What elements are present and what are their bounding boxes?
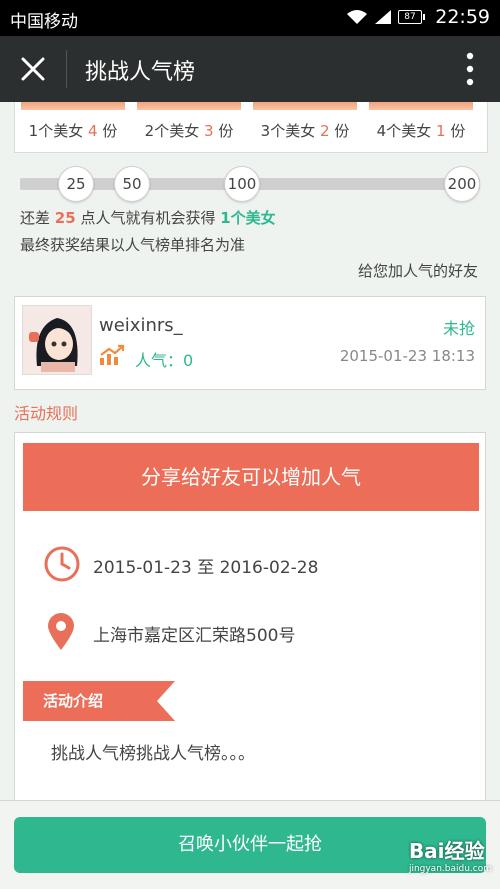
prize-image: [253, 102, 357, 110]
prize-count: 4: [87, 122, 98, 140]
trend-up-icon: [100, 344, 125, 365]
prize-count: 2: [319, 122, 330, 140]
prize-label: 3个美女: [260, 122, 316, 140]
watermark-brand: Bai经验: [408, 839, 485, 863]
signal-icon: [375, 10, 391, 24]
prize-label: 2个美女: [144, 122, 200, 140]
hint-prefix: 还差: [20, 209, 51, 227]
date-range: 2015-01-23 至 2016-02-28: [93, 558, 319, 578]
hint-points: 25: [54, 209, 76, 227]
prize-unit: 份: [334, 122, 350, 140]
hint-middle: 点人气就有机会获得: [80, 209, 216, 227]
prize-count: 3: [203, 122, 214, 140]
prize-item: 4个美女 1 份: [369, 102, 473, 141]
prize-list: 1个美女 4 份 2个美女 3 份 3个美女 2 份 4个美女 1 份: [14, 102, 488, 153]
scroll-content[interactable]: 1个美女 4 份 2个美女 3 份 3个美女 2 份 4个美女 1 份 25 5…: [0, 102, 500, 800]
avatar-illustration: [23, 306, 91, 374]
intro-tag-label: 活动介绍: [43, 692, 104, 710]
carrier-label: 中国移动: [10, 12, 78, 32]
wifi-icon: [347, 10, 367, 24]
bottom-bar: 召唤小伙伴一起抢 Bai经验 jingyan.baidu.com: [0, 800, 500, 889]
intro-tag: 活动介绍: [23, 681, 175, 721]
user-timestamp: 2015-01-23 18:13: [339, 347, 475, 365]
more-options-icon[interactable]: [466, 52, 474, 86]
share-button[interactable]: 分享给好友可以增加人气: [23, 443, 479, 511]
prize-item: 3个美女 2 份: [253, 102, 357, 141]
rules-heading: 活动规则: [14, 404, 79, 423]
prize-unit: 份: [450, 122, 466, 140]
watermark-url: jingyan.baidu.com: [408, 864, 492, 874]
header-divider: [66, 50, 67, 88]
milestone-marker: 100: [224, 166, 260, 202]
user-card[interactable]: weixinrs_ 未抢 人气：0 2015-01-23 18:13: [14, 296, 486, 390]
prize-unit: 份: [102, 122, 118, 140]
location-address: 上海市嘉定区汇荣路500号: [93, 626, 296, 646]
prize-item: 2个美女 3 份: [137, 102, 241, 141]
username: weixinrs_: [99, 315, 183, 336]
prize-unit: 份: [218, 122, 234, 140]
prize-image: [369, 102, 473, 110]
avatar: [22, 305, 92, 375]
page-title: 挑战人气榜: [85, 60, 196, 85]
milestone-marker: 50: [114, 166, 150, 202]
milestone-marker: 25: [58, 166, 94, 202]
hint-reward: 1个美女: [220, 209, 276, 227]
status-bar: 中国移动 87 22:59: [0, 0, 500, 36]
activity-detail-card: 分享给好友可以增加人气 2015-01-23 至 2016-02-28 上海市嘉…: [14, 432, 486, 800]
popularity-count: 人气：0: [135, 351, 194, 370]
prize-item: 1个美女 4 份: [21, 102, 125, 141]
prize-count: 1: [435, 122, 446, 140]
prize-label: 1个美女: [28, 122, 84, 140]
grab-status[interactable]: 未抢: [443, 315, 475, 339]
close-icon[interactable]: [18, 54, 48, 84]
prize-image: [137, 102, 241, 110]
app-header: 挑战人气榜: [0, 36, 500, 102]
location-pin-icon: [48, 613, 74, 650]
clock: 22:59: [435, 6, 490, 28]
clock-icon: [44, 546, 80, 582]
progress-hint: 还差 25 点人气就有机会获得 1个美女: [20, 207, 276, 228]
battery-icon: 87: [398, 10, 425, 24]
status-icons: 87: [346, 9, 425, 25]
helpers-label: 给您加人气的好友: [357, 262, 478, 280]
milestone-marker: 200: [444, 166, 480, 202]
prize-label: 4个美女: [376, 122, 432, 140]
watermark: Bai经验 jingyan.baidu.com: [409, 835, 492, 874]
prize-image: [21, 102, 125, 110]
ranking-note: 最终获奖结果以人气榜单排名为准: [20, 236, 246, 254]
intro-text: 挑战人气榜挑战人气榜。。。: [51, 744, 255, 764]
